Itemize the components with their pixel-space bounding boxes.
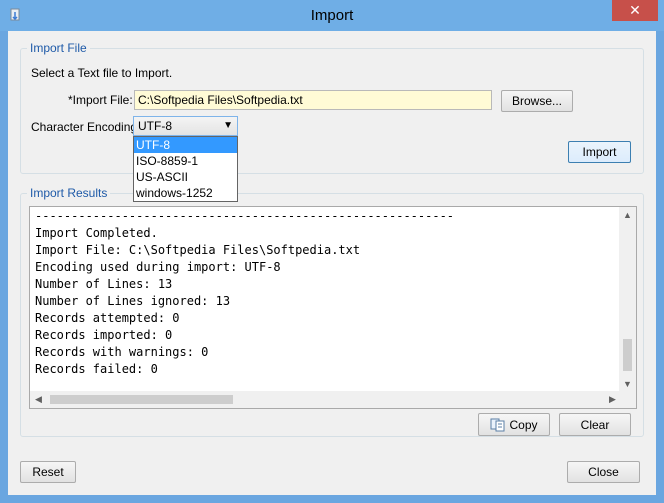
- encoding-option-utf-8[interactable]: UTF-8: [134, 137, 237, 153]
- encoding-select[interactable]: UTF-8 ▼: [133, 116, 238, 136]
- encoding-option-us-ascii[interactable]: US-ASCII: [134, 169, 237, 185]
- results-text: ----------------------------------------…: [35, 209, 455, 376]
- vertical-scroll-thumb[interactable]: [623, 339, 632, 371]
- encoding-selected-value: UTF-8: [138, 119, 172, 133]
- reset-button[interactable]: Reset: [20, 461, 76, 483]
- copy-icon: [490, 418, 505, 432]
- horizontal-scrollbar[interactable]: ◀ ▶: [30, 391, 621, 408]
- scrollbar-corner: [619, 391, 636, 408]
- import-file-label: *Import File:: [68, 93, 133, 107]
- import-file-input[interactable]: C:\Softpedia Files\Softpedia.txt: [134, 90, 492, 110]
- window-close-button[interactable]: ✕: [612, 0, 658, 21]
- scroll-left-icon[interactable]: ◀: [30, 391, 47, 408]
- copy-button-label: Copy: [509, 417, 538, 432]
- instruction-text: Select a Text file to Import.: [31, 66, 173, 80]
- browse-button[interactable]: Browse...: [501, 90, 573, 112]
- encoding-label: Character Encoding:: [31, 120, 141, 134]
- close-button[interactable]: Close: [567, 461, 640, 483]
- results-text-area[interactable]: ----------------------------------------…: [29, 206, 637, 409]
- chevron-down-icon: ▼: [223, 120, 233, 131]
- horizontal-scroll-thumb[interactable]: [50, 395, 233, 404]
- copy-button[interactable]: Copy: [478, 413, 550, 436]
- import-results-legend: Import Results: [27, 186, 111, 200]
- dialog-body: Import File Select a Text file to Import…: [8, 31, 656, 495]
- clear-button[interactable]: Clear: [559, 413, 631, 436]
- encoding-option-iso-8859-1[interactable]: ISO-8859-1: [134, 153, 237, 169]
- scroll-up-icon[interactable]: ▲: [619, 207, 636, 224]
- import-file-legend: Import File: [27, 41, 90, 55]
- encoding-dropdown-list: UTF-8 ISO-8859-1 US-ASCII windows-1252: [133, 136, 238, 202]
- import-button[interactable]: Import: [568, 141, 631, 163]
- encoding-option-windows-1252[interactable]: windows-1252: [134, 185, 237, 201]
- vertical-scrollbar[interactable]: ▲ ▼: [619, 207, 636, 393]
- close-icon: ✕: [629, 2, 641, 18]
- title-bar: Import ✕: [0, 0, 664, 31]
- window-title: Import: [310, 7, 354, 24]
